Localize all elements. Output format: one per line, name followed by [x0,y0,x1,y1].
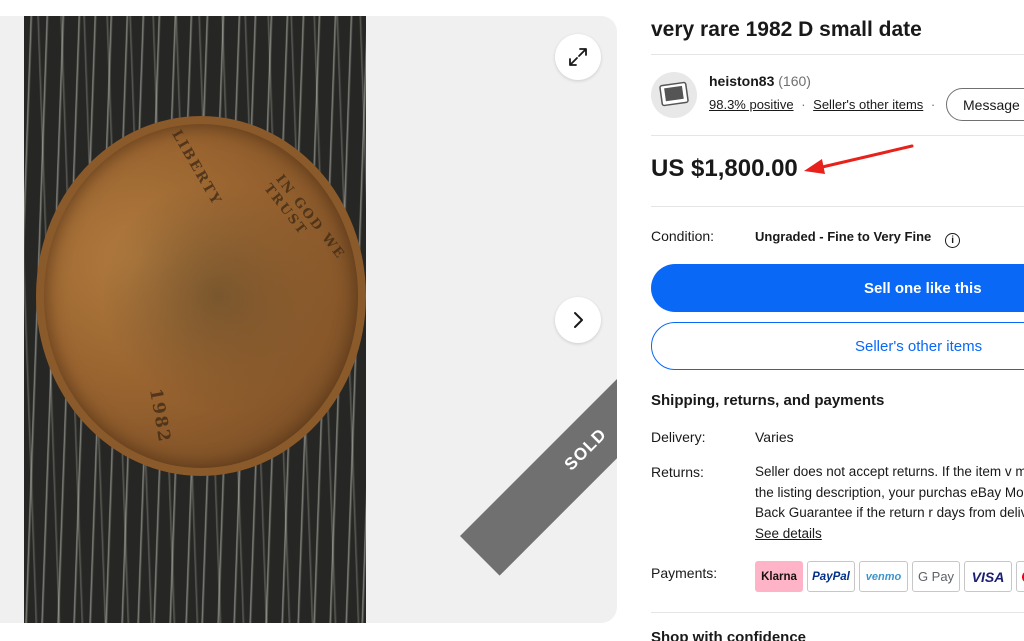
next-image-button[interactable] [555,297,601,343]
seller-avatar[interactable] [651,72,697,118]
seller-username[interactable]: heiston83 [709,73,774,89]
google-pay-badge: G Pay [912,561,960,592]
divider [651,612,1024,613]
seller-links: 98.3% positive · Seller's other items · [709,97,939,112]
seller-other-items-link[interactable]: Seller's other items [813,97,923,112]
message-button[interactable]: Message [946,88,1024,121]
returns-description: Seller does not accept returns. If the i… [755,462,1024,544]
sold-banner: SOLD [460,323,617,576]
expand-icon [569,48,587,66]
venmo-badge: venmo [859,561,908,592]
sell-one-like-this-button[interactable]: Sell one like this [651,264,1024,312]
delivery-value: Varies [755,429,794,445]
coin-liberty-text: LIBERTY [168,127,225,209]
paypal-badge: PayPal [807,561,855,592]
returns-text: Seller does not accept returns. If the i… [755,464,1024,520]
klarna-badge: Klarna [755,561,803,592]
divider [651,206,1024,207]
seller-feedback-count: (160) [778,73,811,89]
payments-label: Payments: [651,565,718,581]
expand-button[interactable] [555,34,601,80]
image-gallery[interactable]: LIBERTY IN GOD WE TRUST 1982 SOLD [0,16,617,623]
delivery-label: Delivery: [651,429,706,445]
seller-name[interactable]: heiston83 (160) [709,73,811,89]
listing-title: very rare 1982 D small date [651,18,922,41]
condition-label: Condition: [651,228,715,244]
mastercard-icon [1022,572,1024,581]
link-separator: · [930,97,936,112]
mastercard-badge [1016,561,1024,592]
chevron-right-icon [574,312,583,328]
sold-label: SOLD [560,424,611,475]
coin-image: LIBERTY IN GOD WE TRUST 1982 [36,116,366,476]
condition-value-row: Ungraded - Fine to Very Fine i [755,228,961,248]
condition-value: Ungraded - Fine to Very Fine [755,229,932,244]
feedback-link[interactable]: 98.3% positive [709,97,794,112]
see-details-link[interactable]: See details [755,526,822,541]
listing-photo[interactable]: LIBERTY IN GOD WE TRUST 1982 [24,16,366,623]
divider [651,135,1024,136]
annotation-arrow-icon [804,144,914,174]
coin-year-text: 1982 [145,387,175,445]
link-separator: · [801,97,806,112]
sellers-other-items-button[interactable]: Seller's other items [651,322,1024,370]
seller-avatar-icon [659,81,689,107]
item-price: US $1,800.00 [651,155,798,182]
payment-methods: Klarna PayPal venmo G Pay VISA [755,561,1024,592]
shop-with-confidence-title: Shop with confidence [651,629,807,641]
listing-info-panel: very rare 1982 D small date heiston83 (1… [651,0,1024,641]
returns-label: Returns: [651,464,704,480]
info-icon[interactable]: i [945,233,961,248]
visa-badge: VISA [964,561,1012,592]
shipping-section-title: Shipping, returns, and payments [651,392,885,409]
coin-motto-text: IN GOD WE TRUST [260,172,348,263]
divider [651,54,1024,55]
